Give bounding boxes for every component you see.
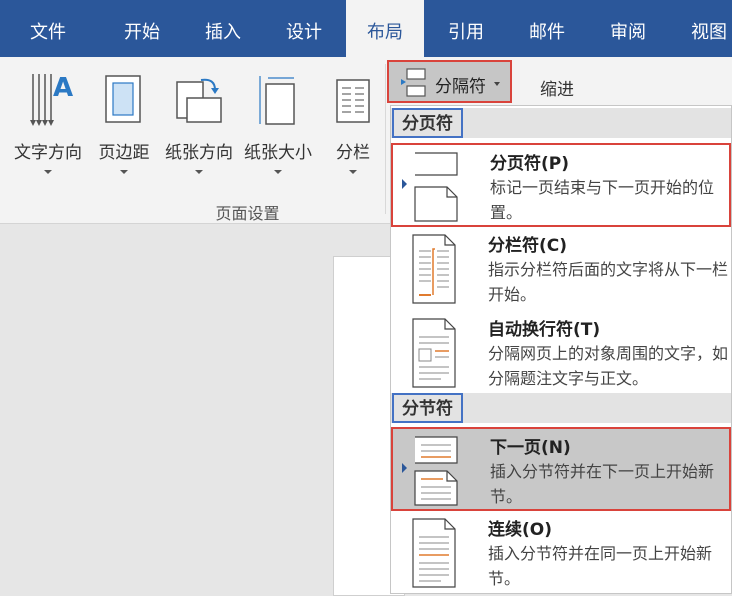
tab-review[interactable]: 审阅 [598, 0, 658, 57]
paper-size-icon [259, 76, 295, 125]
indent-label: 缩进 [540, 80, 574, 100]
breaks-icon [401, 68, 426, 97]
tab-layout[interactable]: 布局 [346, 0, 424, 57]
group-divider [385, 64, 386, 214]
chevron-down-icon [494, 82, 500, 86]
text-wrapping-break-desc: 分隔网页上的对象周围的文字，如分隔题注文字与正文。 [488, 344, 729, 388]
menu-item-next-page[interactable]: 下一页(N) 插入分节符并在下一页上开始新节。 [391, 427, 731, 511]
text-wrapping-break-icon [412, 318, 456, 388]
page-breaks-section-header: 分页符 [391, 108, 731, 138]
chevron-down-icon [44, 170, 52, 174]
page-break-desc: 标记一页结束与下一页开始的位置。 [490, 178, 715, 222]
continuous-icon [412, 518, 456, 588]
tab-design[interactable]: 设计 [274, 0, 334, 57]
chevron-down-icon [349, 170, 357, 174]
chevron-down-icon [120, 170, 128, 174]
menu-item-continuous[interactable]: 连续(O) 插入分节符并在同一页上开始新节。 [391, 511, 731, 595]
page-break-title: 分页符(P) [490, 154, 569, 174]
columns-label: 分栏 [336, 143, 370, 163]
page-breaks-header-label: 分页符 [392, 108, 463, 138]
continuous-title: 连续(O) [488, 520, 552, 540]
chevron-down-icon [195, 170, 203, 174]
svg-text:A: A [53, 73, 73, 103]
orientation-button[interactable]: 纸张方向 [160, 70, 238, 190]
continuous-desc: 插入分节符并在同一页上开始新节。 [488, 544, 713, 588]
breaks-menu: 分页符 分页符(P) 标记一页结束与下一页开始的位置。 分栏符(C) 指示分栏符… [390, 105, 732, 594]
menu-item-page-break[interactable]: 分页符(P) 标记一页结束与下一页开始的位置。 [391, 143, 731, 227]
tab-mailings[interactable]: 邮件 [517, 0, 577, 57]
next-page-desc: 插入分节符并在下一页上开始新节。 [490, 462, 715, 506]
next-page-icon [414, 436, 458, 506]
section-breaks-section-header: 分节符 [391, 393, 731, 423]
text-direction-label: 文字方向 [14, 143, 82, 163]
section-breaks-header-label: 分节符 [392, 393, 463, 423]
column-break-title: 分栏符(C) [488, 236, 568, 256]
margins-icon [105, 75, 141, 123]
page-setup-group-label: 页面设置 [215, 204, 280, 223]
tab-insert[interactable]: 插入 [193, 0, 253, 57]
text-direction-button[interactable]: A 文字方向 [8, 70, 88, 190]
columns-icon [336, 79, 370, 123]
page-break-icon [414, 152, 458, 222]
size-button[interactable]: 纸张大小 [240, 70, 316, 190]
margins-button[interactable]: 页边距 [92, 70, 156, 190]
chevron-down-icon [274, 170, 282, 174]
tab-home[interactable]: 开始 [112, 0, 172, 57]
menu-item-column-break[interactable]: 分栏符(C) 指示分栏符后面的文字将从下一栏开始。 [391, 227, 731, 311]
column-break-desc: 指示分栏符后面的文字将从下一栏开始。 [488, 260, 729, 304]
text-wrapping-break-title: 自动换行符(T) [488, 320, 601, 340]
breaks-label: 分隔符 [435, 77, 486, 97]
next-page-title: 下一页(N) [490, 438, 571, 458]
columns-button[interactable]: 分栏 [326, 70, 380, 190]
menu-item-text-wrapping-break[interactable]: 自动换行符(T) 分隔网页上的对象周围的文字，如分隔题注文字与正文。 [391, 311, 731, 395]
column-break-icon [412, 234, 456, 304]
margins-label: 页边距 [98, 143, 150, 163]
size-label: 纸张大小 [244, 143, 312, 163]
text-direction-icon: A [30, 73, 73, 126]
orientation-label: 纸张方向 [165, 143, 233, 163]
orientation-icon [176, 78, 222, 123]
tab-file[interactable]: 文件 [20, 0, 76, 57]
ribbon-tab-bar: 文件 开始 插入 设计 布局 引用 邮件 审阅 视图 [0, 0, 732, 57]
tab-view[interactable]: 视图 [679, 0, 732, 57]
breaks-dropdown-button[interactable]: 分隔符 [387, 60, 512, 103]
tab-references[interactable]: 引用 [436, 0, 496, 57]
